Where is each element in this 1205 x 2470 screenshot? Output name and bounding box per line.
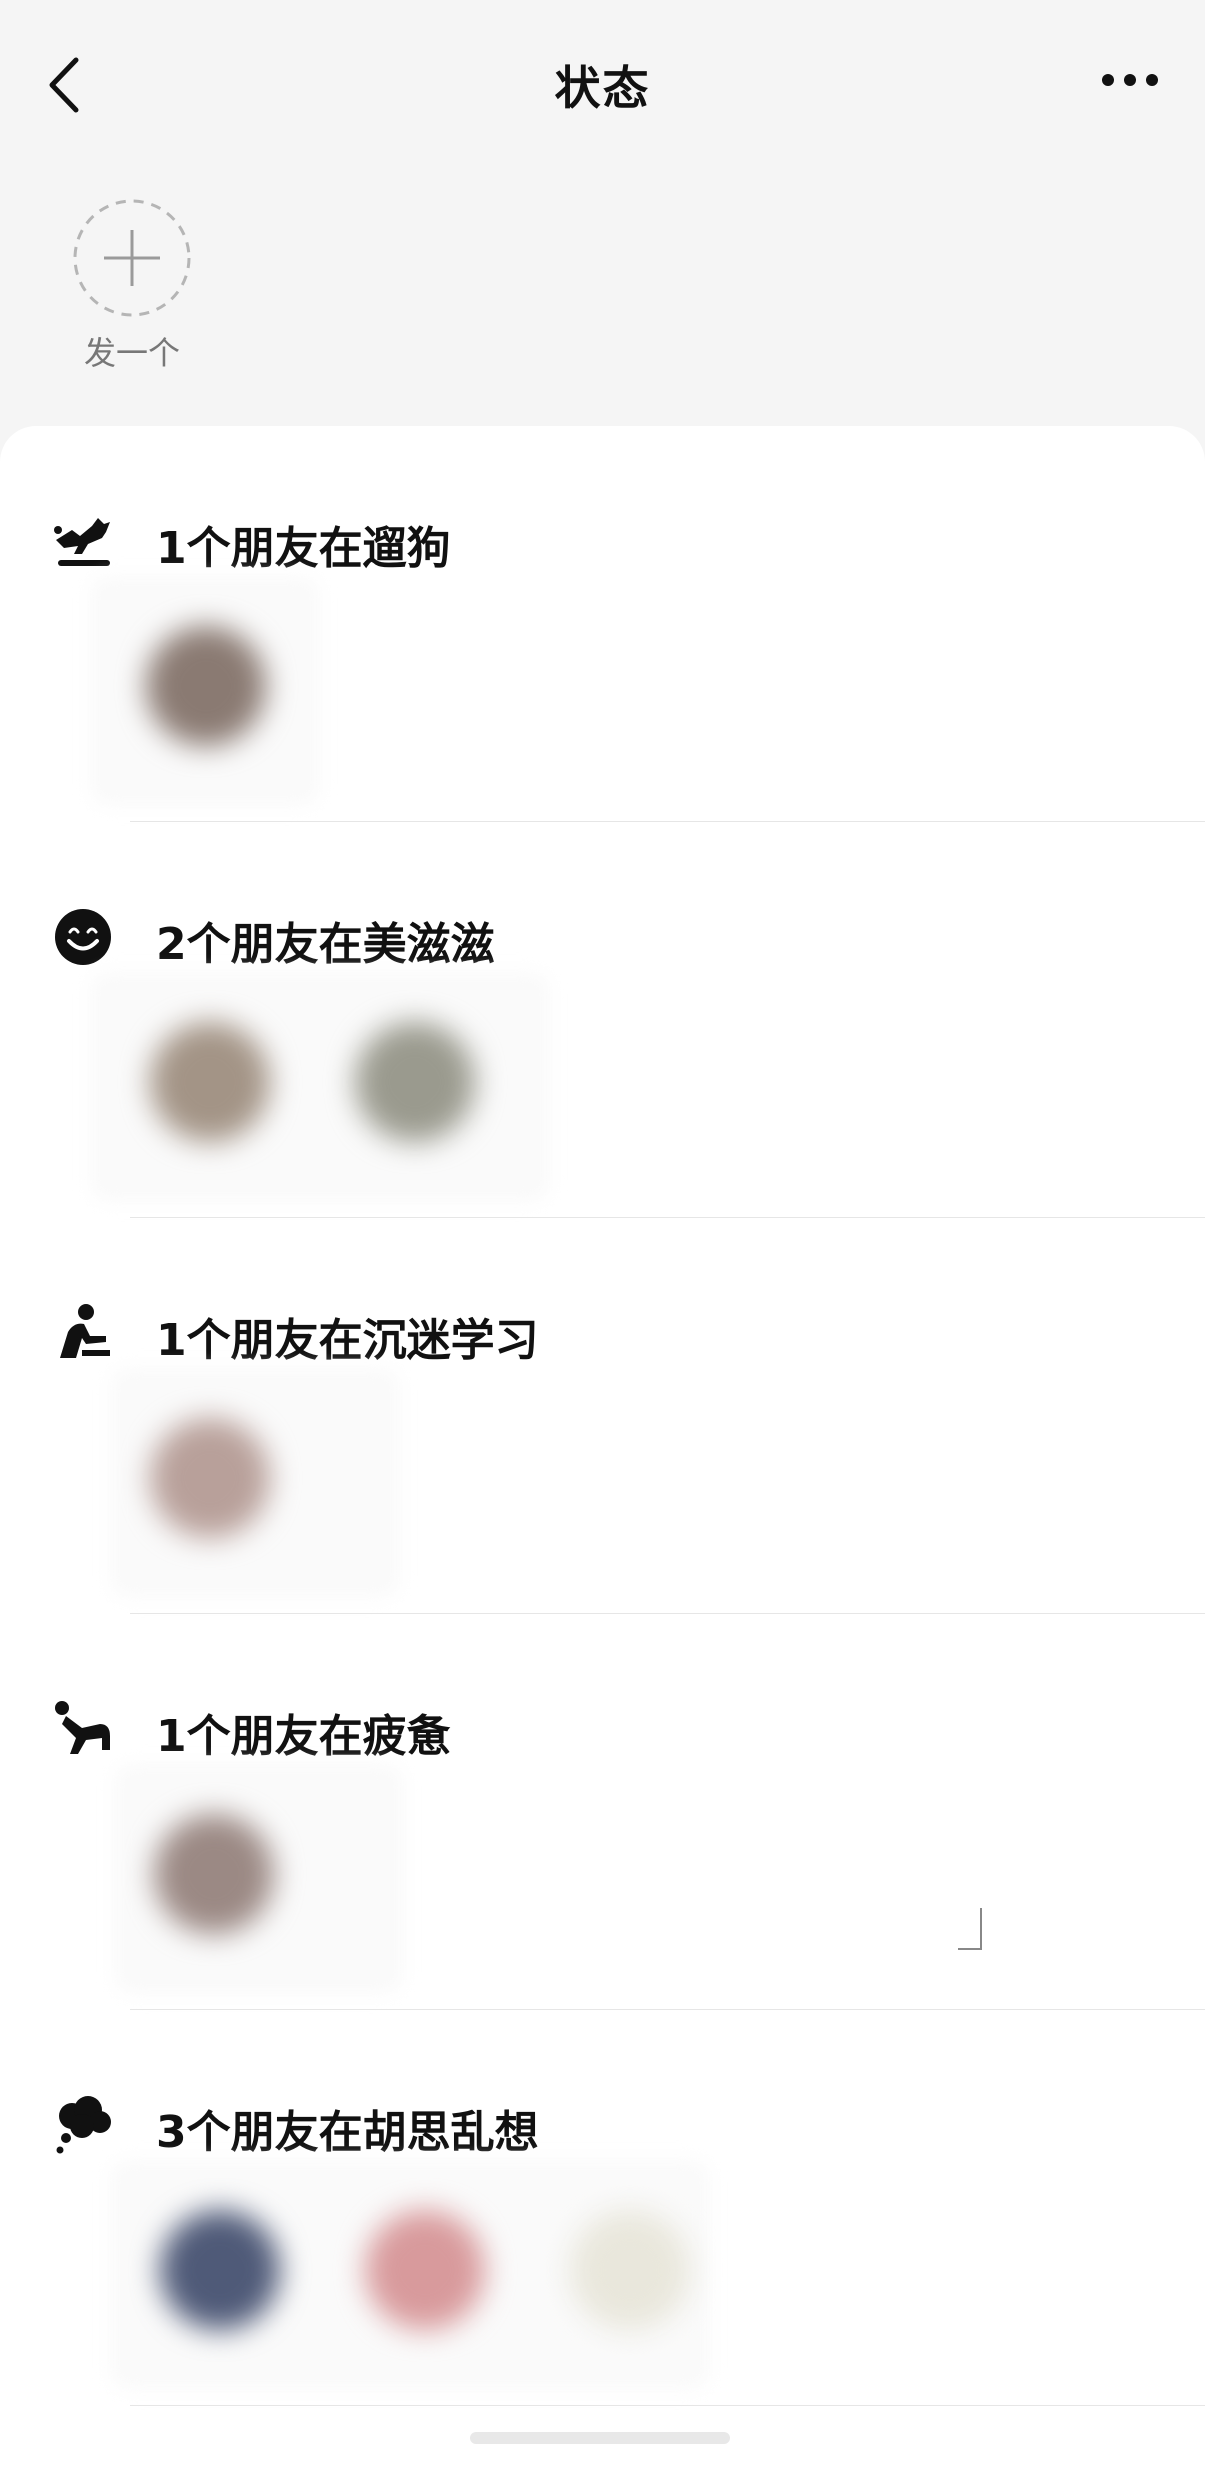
status-group-dog-walking[interactable]: 1个朋友在遛狗 [0,426,1205,822]
compose-status-button[interactable]: 发一个 [70,198,194,374]
navigation-bar: 状态 [0,0,1205,160]
status-group-daydreaming[interactable]: 3个朋友在胡思乱想 [0,2010,1205,2406]
avatar[interactable] [570,2210,690,2330]
avatar[interactable] [365,2210,485,2330]
avatar-row [44,1764,404,1994]
avatar-row [0,972,560,1202]
corner-mark [958,1908,982,1950]
status-list-sheet: 1个朋友在遛狗 2个朋友在美滋滋 1个朋友在沉迷学习 1个朋友在疲惫 3个朋友在… [0,426,1205,2470]
avatar[interactable] [355,1022,475,1142]
compose-circle[interactable] [72,198,192,318]
page-title: 状态 [554,61,651,115]
divider [130,2405,1205,2406]
avatar[interactable] [154,1814,274,1934]
avatar-row [46,576,366,806]
dog-walking-icon [54,518,110,566]
home-indicator [470,2432,730,2444]
status-group-label: 2个朋友在美滋滋 [156,919,495,970]
studying-icon [60,1304,110,1358]
tired-person-icon [55,1701,110,1754]
status-group-label: 1个朋友在疲惫 [156,1711,451,1762]
avatar[interactable] [146,626,266,746]
compose-label: 发一个 [83,334,180,372]
more-button[interactable] [1095,60,1165,100]
status-group-studying[interactable]: 1个朋友在沉迷学习 [0,1218,1205,1614]
avatar-row [40,1368,400,1598]
status-group-label: 3个朋友在胡思乱想 [156,2107,539,2158]
avatar-row [40,2160,740,2390]
status-group-label: 1个朋友在沉迷学习 [156,1315,539,1366]
plus-icon [73,199,191,317]
more-dots-icon [1102,74,1158,86]
status-group-happy[interactable]: 2个朋友在美滋滋 [0,822,1205,1218]
smile-icon [55,909,111,965]
avatar[interactable] [160,2210,280,2330]
status-group-tired[interactable]: 1个朋友在疲惫 [0,1614,1205,2010]
avatar[interactable] [150,1022,270,1142]
status-group-label: 1个朋友在遛狗 [156,523,451,574]
avatar[interactable] [150,1418,270,1538]
thought-cloud-icon [56,2096,111,2154]
